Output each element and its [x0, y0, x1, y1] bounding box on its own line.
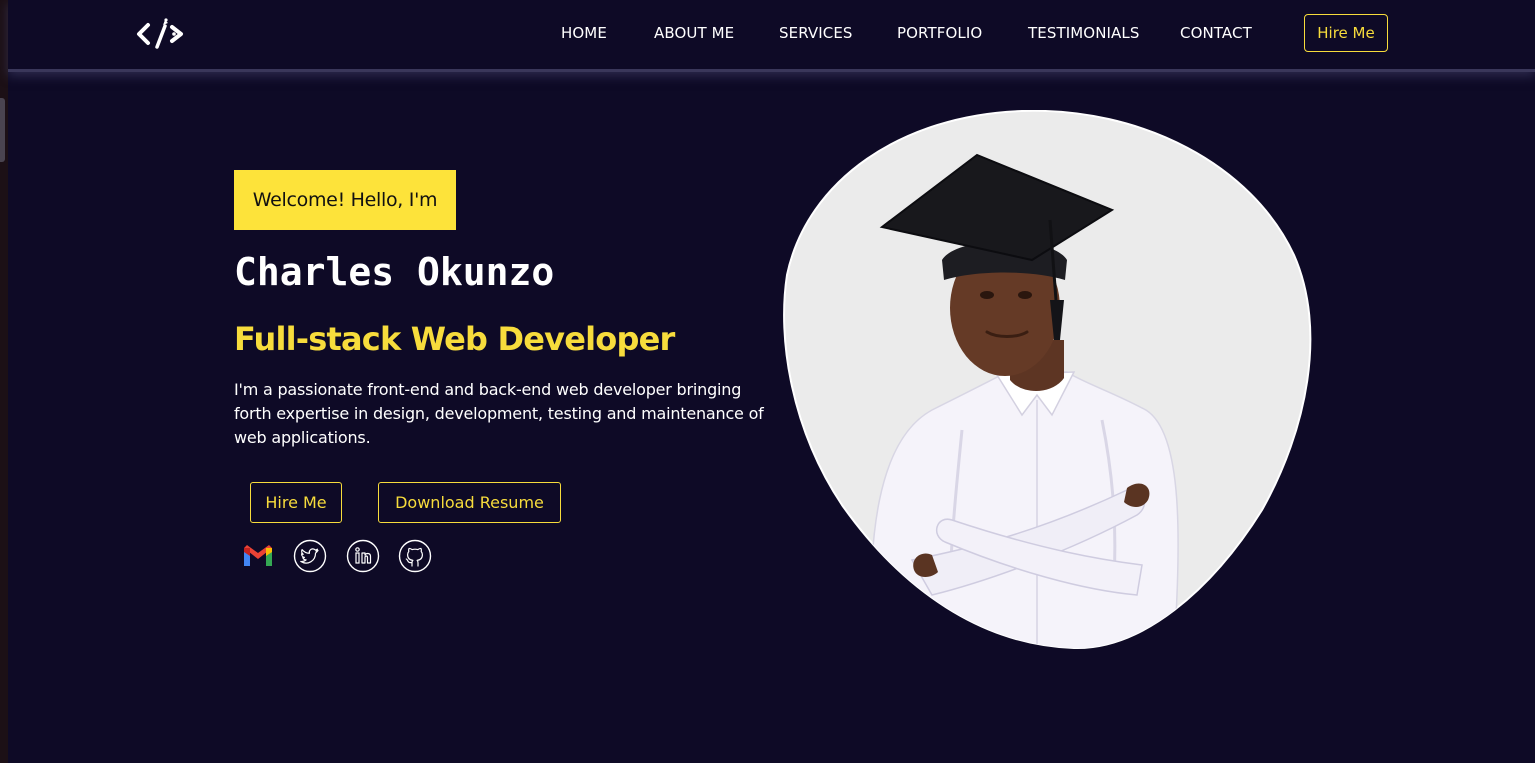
- nav-hire-button[interactable]: Hire Me: [1304, 14, 1388, 52]
- github-icon[interactable]: [398, 539, 432, 573]
- twitter-icon[interactable]: [293, 539, 327, 573]
- hero-bio: I'm a passionate front-end and back-end …: [234, 380, 764, 447]
- hero-name: Charles Okunzo: [234, 250, 555, 294]
- linkedin-icon[interactable]: [346, 539, 380, 573]
- nav-portfolio[interactable]: PORTFOLIO: [897, 24, 982, 42]
- gmail-icon[interactable]: [241, 539, 275, 573]
- nav-contact[interactable]: CONTACT: [1180, 24, 1252, 42]
- profile-photo: [783, 110, 1312, 650]
- nav-testimonials[interactable]: TESTIMONIALS: [1028, 24, 1139, 42]
- scroll-handle[interactable]: [0, 98, 5, 162]
- hero-role: Full-stack Web Developer: [234, 320, 675, 358]
- navbar: HOME ABOUT ME SERVICES PORTFOLIO TESTIMO…: [8, 0, 1535, 72]
- nav-about[interactable]: ABOUT ME: [654, 24, 734, 42]
- welcome-badge: Welcome! Hello, I'm: [234, 170, 456, 230]
- code-logo-icon[interactable]: [136, 17, 186, 51]
- nav-services[interactable]: SERVICES: [779, 24, 853, 42]
- download-resume-button[interactable]: Download Resume: [378, 482, 561, 523]
- hire-me-button[interactable]: Hire Me: [250, 482, 342, 523]
- browser-edge: [0, 0, 8, 763]
- nav-home[interactable]: HOME: [561, 24, 607, 42]
